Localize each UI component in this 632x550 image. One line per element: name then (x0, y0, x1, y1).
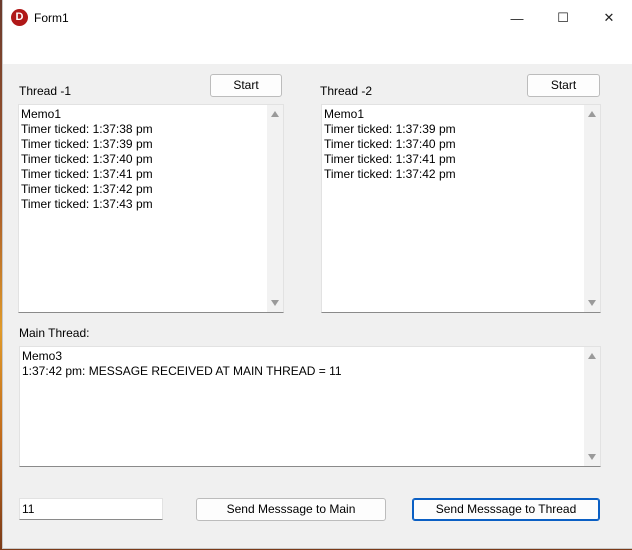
scroll-up-icon[interactable] (588, 353, 596, 359)
memo-line: Timer ticked: 1:37:39 pm (21, 137, 153, 151)
message-input[interactable]: 11 (19, 498, 163, 520)
memo-line: Timer ticked: 1:37:39 pm (324, 122, 456, 136)
main-thread-memo-lines: Memo3 1:37:42 pm: MESSAGE RECEIVED AT MAI… (22, 349, 582, 379)
app-icon: D (11, 9, 28, 26)
menu-band (3, 36, 632, 64)
window-title: Form1 (34, 11, 69, 25)
maximize-icon: ☐ (557, 10, 569, 25)
scroll-down-icon[interactable] (588, 300, 596, 306)
memo-line: Memo3 (22, 349, 63, 363)
scroll-up-icon[interactable] (588, 111, 596, 117)
thread1-memo-lines: Memo1 Timer ticked: 1:37:38 pm Timer ticke… (21, 107, 265, 212)
memo-line: Timer ticked: 1:37:42 pm (324, 167, 456, 181)
thread1-label: Thread -1 (19, 84, 72, 98)
thread2-label: Thread -2 (320, 84, 373, 98)
memo-line: Timer ticked: 1:37:42 pm (21, 182, 153, 196)
send-to-main-button[interactable]: Send Messsage to Main (196, 498, 386, 521)
memo-line: 1:37:42 pm: MESSAGE RECEIVED AT MAIN THR… (22, 364, 342, 378)
memo-line: Timer ticked: 1:37:38 pm (21, 122, 153, 136)
thread1-memo[interactable]: Memo1 Timer ticked: 1:37:38 pm Timer ticke… (18, 104, 284, 313)
minimize-icon: — (510, 10, 524, 26)
main-thread-label: Main Thread: (19, 326, 90, 340)
main-thread-memo[interactable]: Memo3 1:37:42 pm: MESSAGE RECEIVED AT MAI… (19, 346, 601, 467)
thread1-scrollbar[interactable] (267, 105, 283, 312)
memo-line: Memo1 (324, 107, 365, 121)
memo-line: Timer ticked: 1:37:41 pm (324, 152, 456, 166)
scroll-up-icon[interactable] (271, 111, 279, 117)
scroll-down-icon[interactable] (588, 454, 596, 460)
main-thread-scrollbar[interactable] (584, 347, 600, 466)
form-window: D Form1 — ☐ ✕ Thread -1 Start Memo1 Timer… (3, 0, 632, 548)
minimize-button[interactable]: — (494, 0, 540, 36)
memo-line: Timer ticked: 1:37:40 pm (324, 137, 456, 151)
memo-line: Memo1 (21, 107, 62, 121)
title-bar[interactable]: D Form1 — ☐ ✕ (3, 0, 632, 36)
memo-line: Timer ticked: 1:37:43 pm (21, 197, 153, 211)
memo-line: Timer ticked: 1:37:40 pm (21, 152, 153, 166)
thread2-memo[interactable]: Memo1 Timer ticked: 1:37:39 pm Timer ticke… (321, 104, 601, 313)
close-button[interactable]: ✕ (586, 0, 632, 36)
memo-line: Timer ticked: 1:37:41 pm (21, 167, 153, 181)
close-icon: ✕ (603, 10, 615, 25)
scroll-down-icon[interactable] (271, 300, 279, 306)
thread2-memo-lines: Memo1 Timer ticked: 1:37:39 pm Timer ticke… (324, 107, 582, 182)
thread2-start-button[interactable]: Start (527, 74, 600, 97)
thread2-scrollbar[interactable] (584, 105, 600, 312)
send-to-thread-button[interactable]: Send Messsage to Thread (412, 498, 600, 521)
maximize-button[interactable]: ☐ (540, 0, 586, 36)
thread1-start-button[interactable]: Start (210, 74, 282, 97)
